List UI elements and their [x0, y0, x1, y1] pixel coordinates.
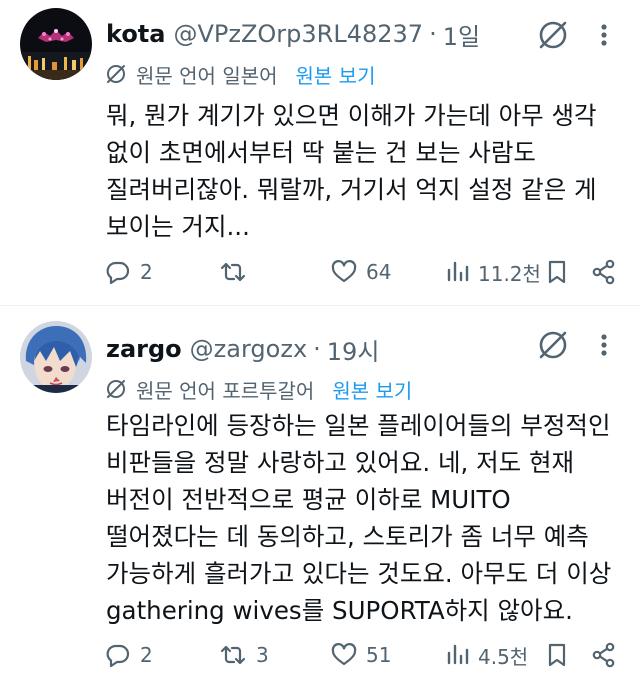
view-count: 11.2천: [478, 261, 541, 286]
grok-icon: [539, 21, 567, 49]
grok-small-icon: [107, 65, 125, 83]
tweet-text-line: 뭐, 뭔가 계기가 있으면 이해가 가는데 아무 생각: [106, 101, 597, 130]
tweet-text-line: 보이는 거지...: [106, 212, 250, 241]
tweet-text-line: 없이 초면에서부터 딱 붙는 건 보는 사람도: [106, 138, 536, 167]
share-button[interactable]: [590, 635, 618, 675]
night-city-avatar-icon: [20, 8, 92, 80]
like-count: 64: [366, 260, 392, 284]
share-button[interactable]: [590, 252, 618, 292]
tweet[interactable]: zargo @zargozx · 19시 원문 언어 포르투갈어 원본 보기 타…: [0, 305, 640, 670]
user-handle[interactable]: @zargozx: [190, 335, 307, 363]
tweet-text-line: 버전이 전반적으로 평균 이하로 MUITO: [106, 485, 511, 514]
timestamp[interactable]: 19시: [327, 332, 380, 367]
tweet-text-line: 가능하게 흘러가고 있다는 것도요. 아무도 더 이상: [106, 559, 612, 588]
grok-button[interactable]: [536, 328, 570, 362]
display-name[interactable]: zargo: [106, 335, 182, 363]
tweet-header: zargo @zargozx · 19시: [106, 329, 379, 369]
reply-button[interactable]: 2: [104, 252, 153, 292]
avatar[interactable]: [20, 8, 92, 80]
more-options-button[interactable]: [590, 328, 618, 362]
more-vertical-icon: [601, 334, 607, 356]
views-button[interactable]: 11.2천: [444, 252, 541, 292]
tweet-text-line: 질려버리잖아. 뭐랄까, 거기서 억지 설정 같은 게: [106, 175, 597, 204]
translation-bar: 원문 언어 포르투갈어 원본 보기: [104, 372, 412, 406]
views-chart-icon: [447, 644, 469, 665]
separator-dot: ·: [313, 335, 321, 363]
translation-bar: 원문 언어 일본어 원본 보기: [104, 57, 375, 91]
tweet-text-line: 비판들을 정말 사랑하고 있어요. 네, 저도 현재: [106, 448, 575, 477]
reply-count: 2: [140, 643, 153, 667]
views-button[interactable]: 4.5천: [444, 635, 528, 675]
action-bar: 2 64 11.2천: [104, 252, 624, 292]
repost-icon: [220, 645, 246, 665]
grok-icon: [539, 331, 567, 359]
reply-count: 2: [140, 260, 153, 284]
like-button[interactable]: 51: [330, 635, 391, 675]
repost-button[interactable]: 3: [218, 635, 269, 675]
avatar[interactable]: [20, 321, 92, 393]
tweet[interactable]: kota @VPzZOrp3RL48237 · 1일 원문 언어 일본어 원본 …: [0, 0, 640, 305]
repost-button[interactable]: [218, 252, 256, 292]
repost-count: 3: [256, 643, 269, 667]
separator-dot: ·: [429, 20, 437, 48]
bookmark-icon: [548, 260, 566, 284]
grok-button[interactable]: [536, 18, 570, 52]
tweet-text-line: 타임라인에 등장하는 일본 플레이어들의 부정적인: [106, 411, 611, 440]
reply-icon: [106, 644, 130, 668]
action-bar: 2 3 51 4.5천: [104, 635, 624, 675]
share-icon: [592, 259, 615, 285]
bookmark-icon: [548, 643, 566, 667]
tweet-text-line: gathering wives를 SUPORTA하지 않아요.: [106, 596, 573, 625]
anime-character-avatar-icon: [20, 321, 92, 393]
tweet-text: 타임라인에 등장하는 일본 플레이어들의 부정적인 비판들을 정말 사랑하고 있…: [106, 407, 626, 629]
bookmark-button[interactable]: [544, 252, 570, 292]
timestamp[interactable]: 1일: [443, 17, 480, 52]
tweet-header: kota @VPzZOrp3RL48237 · 1일: [106, 14, 480, 54]
more-vertical-icon: [601, 24, 607, 46]
like-count: 51: [366, 643, 392, 667]
like-button[interactable]: 64: [330, 252, 391, 292]
more-options-button[interactable]: [590, 18, 618, 52]
user-handle[interactable]: @VPzZOrp3RL48237: [173, 20, 423, 48]
grok-small-icon: [107, 380, 125, 398]
translation-note: 원문 언어 포르투갈어: [136, 378, 315, 403]
view-count: 4.5천: [478, 644, 529, 669]
heart-icon: [331, 260, 357, 283]
show-original-link[interactable]: 원본 보기: [296, 60, 376, 89]
heart-icon: [331, 643, 357, 666]
repost-icon: [220, 262, 246, 282]
show-original-link[interactable]: 원본 보기: [332, 375, 412, 404]
tweet-text-line: 떨어졌다는 데 동의하고, 스토리가 좀 너무 예측: [106, 522, 589, 551]
reply-button[interactable]: 2: [104, 635, 153, 675]
display-name[interactable]: kota: [106, 20, 165, 48]
translation-note: 원문 언어 일본어: [136, 63, 278, 88]
share-icon: [592, 642, 615, 668]
tweet-text: 뭐, 뭔가 계기가 있으면 이해가 가는데 아무 생각 없이 초면에서부터 딱 …: [106, 97, 626, 245]
bookmark-button[interactable]: [544, 635, 570, 675]
views-chart-icon: [447, 261, 469, 282]
reply-icon: [106, 261, 130, 285]
